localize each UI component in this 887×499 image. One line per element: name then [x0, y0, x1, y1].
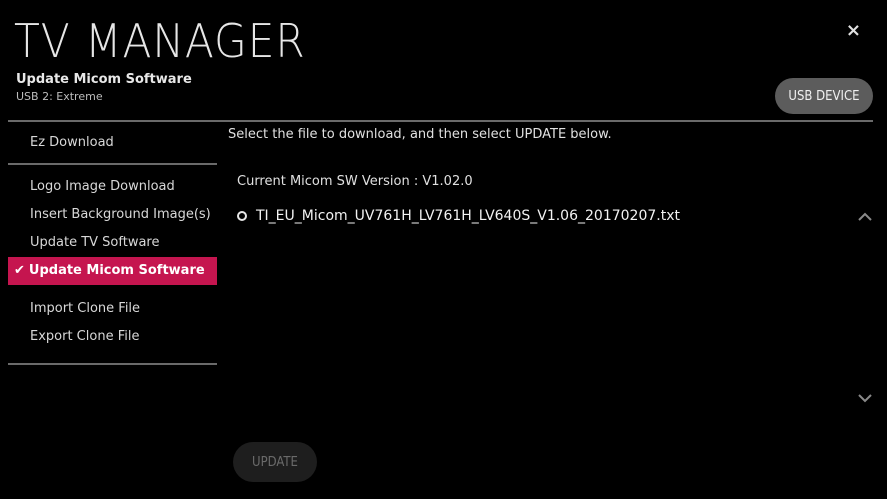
radio-icon	[237, 211, 247, 221]
sidebar-item-label: Export Clone File	[30, 329, 140, 344]
sidebar: Ez Download Logo Image Download Insert B…	[8, 124, 217, 365]
sidebar-item-logo-image-download[interactable]: Logo Image Download	[8, 173, 217, 201]
sidebar-item-label: Ez Download	[30, 135, 114, 150]
sidebar-divider	[8, 363, 217, 365]
sidebar-item-label: Update Micom Software	[28, 263, 205, 278]
sidebar-item-label: Logo Image Download	[30, 179, 175, 194]
header-divider	[8, 120, 873, 122]
sidebar-item-import-clone-file[interactable]: Import Clone File	[8, 295, 217, 323]
sidebar-item-label: Import Clone File	[30, 301, 141, 316]
close-icon[interactable]: ×	[846, 20, 861, 41]
file-list-item[interactable]: TI_EU_Micom_UV761H_LV761H_LV640S_V1.06_2…	[237, 208, 680, 224]
sidebar-item-update-micom-software[interactable]: ✔ Update Micom Software	[8, 257, 217, 285]
page-subtitle: Update Micom Software	[16, 72, 192, 87]
sidebar-item-export-clone-file[interactable]: Export Clone File	[8, 323, 217, 351]
instruction-text: Select the file to download, and then se…	[228, 127, 612, 142]
sidebar-item-ez-download[interactable]: Ez Download	[8, 129, 217, 157]
sidebar-item-label: Update TV Software	[30, 235, 160, 250]
update-button[interactable]: UPDATE	[233, 442, 317, 482]
chevron-up-icon[interactable]	[857, 211, 873, 223]
chevron-down-icon[interactable]	[857, 392, 873, 404]
sidebar-divider	[8, 163, 217, 165]
usb-device-button[interactable]: USB DEVICE	[775, 78, 873, 114]
checkmark-icon: ✔	[14, 263, 25, 278]
sidebar-item-update-tv-software[interactable]: Update TV Software	[8, 229, 217, 257]
device-label: USB 2: Extreme	[16, 90, 103, 103]
current-version: Current Micom SW Version : V1.02.0	[237, 174, 473, 189]
sidebar-item-label: Insert Background Image(s)	[30, 207, 211, 222]
file-name: TI_EU_Micom_UV761H_LV761H_LV640S_V1.06_2…	[256, 208, 680, 224]
app-title: TV MANAGER	[14, 14, 306, 68]
sidebar-item-insert-background-images[interactable]: Insert Background Image(s)	[8, 201, 217, 229]
